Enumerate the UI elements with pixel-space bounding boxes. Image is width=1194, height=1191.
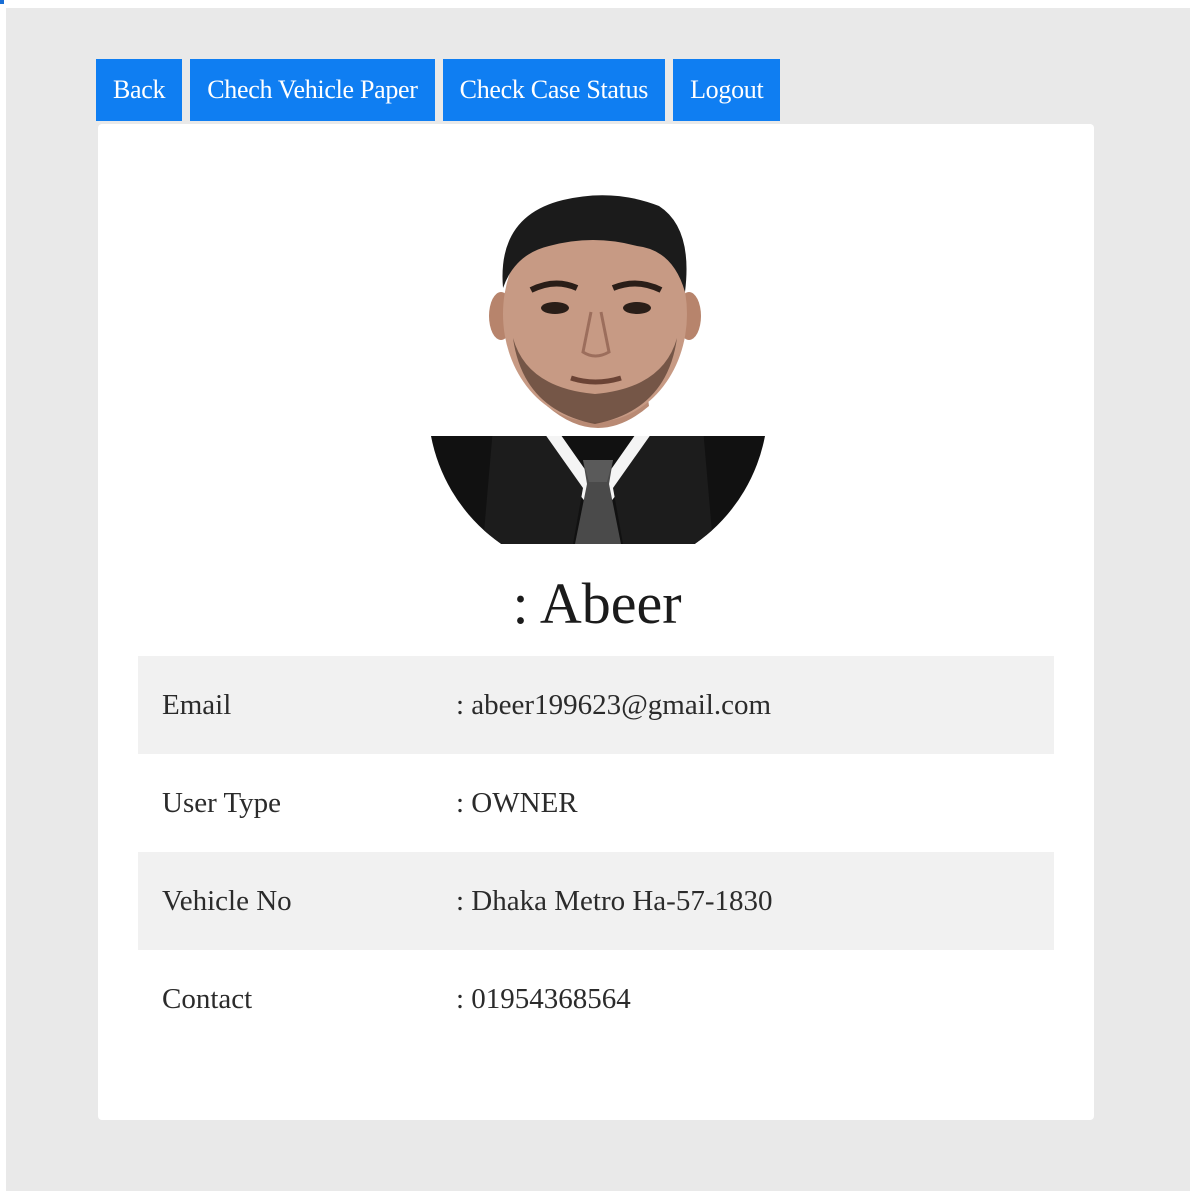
table-row: Email : abeer199623@gmail.com [138,656,1054,754]
back-button[interactable]: Back [96,59,183,121]
contact-value: : 01954368564 [456,982,631,1015]
corner-mark [0,0,4,4]
email-value: : abeer199623@gmail.com [456,688,772,721]
contact-label: Contact [162,982,253,1015]
vehicle-no-value: : Dhaka Metro Ha-57-1830 [456,884,773,917]
vehicle-no-label: Vehicle No [162,884,292,917]
user-type-value: : OWNER [456,786,578,819]
logout-button[interactable]: Logout [673,59,781,121]
user-type-label: User Type [162,786,282,819]
profile-photo [431,195,765,544]
email-label: Email [162,688,232,721]
check-vehicle-paper-button[interactable]: Chech Vehicle Paper [190,59,435,121]
table-row: User Type : OWNER [138,754,1054,852]
top-navigation: Back Chech Vehicle Paper Check Case Stat… [96,59,781,121]
profile-info-table: Email : abeer199623@gmail.com User Type … [138,656,1054,1048]
table-row: Contact : 01954368564 [138,950,1054,1048]
check-case-status-button[interactable]: Check Case Status [442,59,666,121]
table-row: Vehicle No : Dhaka Metro Ha-57-1830 [138,852,1054,950]
profile-name: : Abeer [512,571,682,636]
